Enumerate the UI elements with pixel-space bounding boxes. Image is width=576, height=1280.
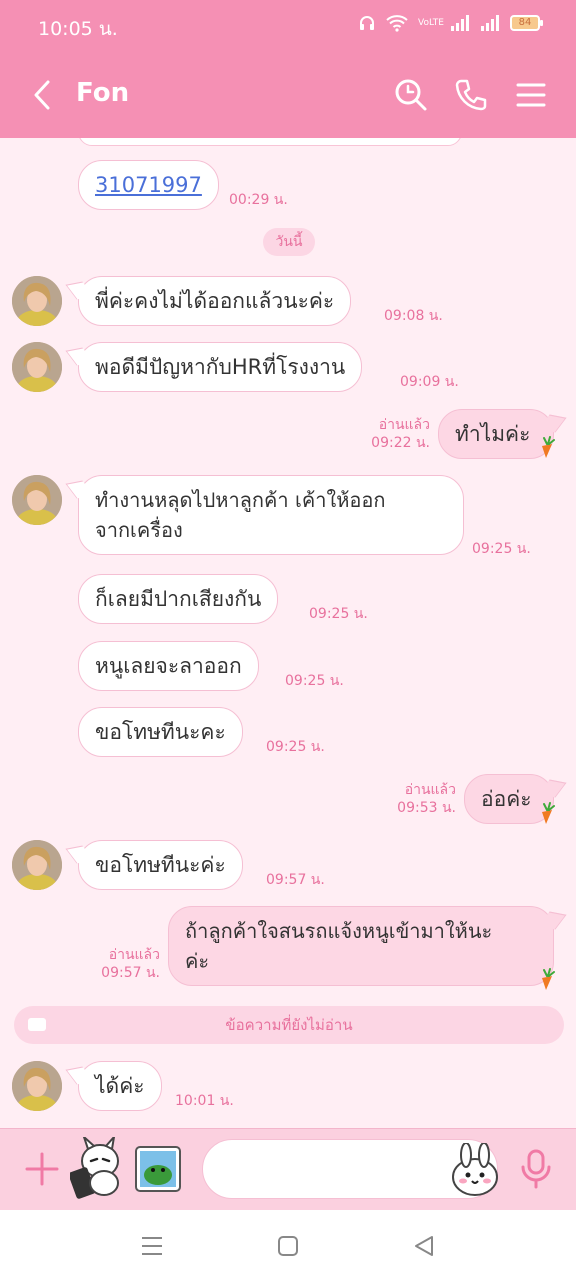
message-text: จากเครื่อง	[95, 518, 183, 542]
avatar[interactable]	[12, 475, 62, 525]
recent-apps-icon[interactable]	[138, 1232, 166, 1260]
avatar[interactable]	[12, 1061, 62, 1111]
avatar[interactable]	[12, 276, 62, 326]
message-time: 09:25 น.	[266, 739, 325, 755]
message-link[interactable]: 31071997	[95, 173, 202, 197]
carrot-icon	[542, 802, 555, 824]
avatar[interactable]	[12, 342, 62, 392]
sticker-icon[interactable]	[70, 1137, 126, 1199]
message-text: พอดีมีปัญหากับHRที่โรงงาน	[95, 355, 346, 379]
carrot-icon	[542, 436, 555, 458]
home-icon[interactable]	[274, 1232, 302, 1260]
message-bubble-partial	[78, 138, 462, 146]
status-time: 10:05 น.	[38, 18, 118, 40]
message-text: หนูเลยจะลาออก	[95, 654, 242, 678]
plus-icon[interactable]	[24, 1151, 60, 1187]
signal-icon	[481, 15, 499, 31]
back-icon[interactable]	[28, 78, 58, 112]
read-receipt: อ่านแล้ว 09:57 น.	[101, 947, 160, 981]
message-bubble-incoming[interactable]: ขอโทษทีนะคะ	[78, 707, 243, 757]
message-bubble-incoming[interactable]: พี่ค่ะคงไม่ได้ออกแล้วนะค่ะ	[78, 276, 352, 326]
message-text: ได้ค่ะ	[95, 1074, 145, 1098]
message-bubble-incoming[interactable]: ทำงานหลุดไปหาลูกค้า เค้าให้ออก จากเครื่อ…	[78, 475, 464, 555]
message-bubble-incoming[interactable]: 31071997	[78, 160, 219, 210]
phone-icon[interactable]	[452, 76, 490, 114]
headset-icon	[360, 16, 374, 30]
status-icons: VoLTE 84	[358, 14, 543, 32]
message-text: อ่อค่ะ	[481, 787, 532, 811]
chat-header: Fon	[0, 52, 576, 138]
avatar[interactable]	[12, 840, 62, 890]
emoji-icon[interactable]	[448, 1143, 502, 1197]
message-text: ขอโทษทีนะค่ะ	[95, 853, 226, 877]
message-time: 00:29 น.	[229, 192, 288, 208]
message-text: ทำไมค่ะ	[455, 422, 531, 446]
message-bubble-outgoing[interactable]: ถ้าลูกค้าใจสนรถแจ้งหนูเข้ามาให้นะ ค่ะ	[168, 906, 554, 986]
gallery-icon[interactable]	[134, 1145, 182, 1193]
menu-icon[interactable]	[512, 76, 550, 114]
message-bubble-incoming[interactable]: ขอโทษทีนะค่ะ	[78, 840, 243, 890]
read-receipt: อ่านแล้ว 09:22 น.	[371, 417, 430, 451]
message-text: ทำงานหลุดไปหาลูกค้า เค้าให้ออก	[95, 488, 386, 512]
carrot-icon	[542, 968, 555, 990]
message-bubble-incoming[interactable]: พอดีมีปัญหากับHRที่โรงงาน	[78, 342, 363, 392]
status-bar: 10:05 น. VoLTE 84	[0, 0, 576, 52]
message-time: 09:08 น.	[384, 308, 443, 324]
message-bubble-incoming[interactable]: หนูเลยจะลาออก	[78, 641, 259, 691]
back-nav-icon[interactable]	[410, 1232, 438, 1260]
message-text: ก็เลยมีปากเสียงกัน	[95, 587, 262, 611]
mic-icon[interactable]	[518, 1149, 554, 1189]
message-bubble-incoming[interactable]: ก็เลยมีปากเสียงกัน	[78, 574, 279, 624]
input-bar	[0, 1128, 576, 1210]
contact-name[interactable]: Fon	[76, 78, 129, 108]
read-receipt: อ่านแล้ว 09:53 น.	[397, 782, 456, 816]
message-time: 09:57 น.	[266, 872, 325, 888]
system-nav-bar	[0, 1210, 576, 1280]
message-text: ค่ะ	[185, 949, 210, 973]
unread-icon	[28, 1018, 46, 1031]
chat-area[interactable]: 31071997 00:29 น. วันนี้ พี่ค่ะคงไม่ได้อ…	[0, 138, 576, 1128]
message-time: 10:01 น.	[175, 1093, 234, 1109]
message-time: 09:25 น.	[472, 541, 531, 557]
message-time: 09:25 น.	[309, 606, 368, 622]
message-time: 09:09 น.	[400, 374, 459, 390]
message-time: 09:25 น.	[285, 673, 344, 689]
message-text: ขอโทษทีนะคะ	[95, 720, 226, 744]
message-text: ถ้าลูกค้าใจสนรถแจ้งหนูเข้ามาให้นะ	[185, 919, 493, 943]
battery-icon: 84	[510, 15, 543, 31]
volte-icon: VoLTE	[418, 17, 444, 28]
message-text: พี่ค่ะคงไม่ได้ออกแล้วนะค่ะ	[95, 289, 335, 313]
wifi-icon	[386, 15, 408, 32]
message-bubble-incoming[interactable]: ได้ค่ะ	[78, 1061, 162, 1111]
unread-divider: ข้อความที่ยังไม่อ่าน	[14, 1006, 564, 1044]
unread-label: ข้อความที่ยังไม่อ่าน	[225, 1016, 353, 1034]
search-icon[interactable]	[392, 76, 430, 114]
date-divider: วันนี้	[263, 228, 315, 256]
signal-icon	[451, 15, 469, 31]
